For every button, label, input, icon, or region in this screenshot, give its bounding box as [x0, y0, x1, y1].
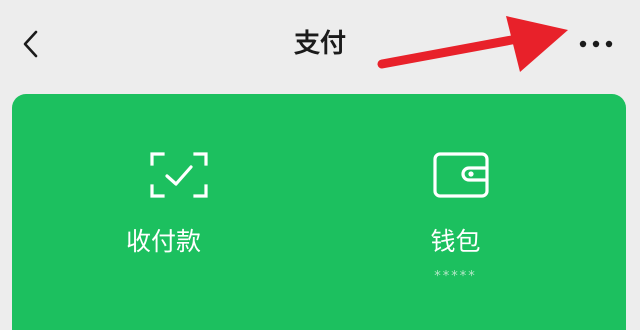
top-bar: 支付	[0, 0, 640, 90]
receive-payment-label: 收付款	[125, 227, 201, 256]
scan-check-icon	[150, 152, 208, 198]
more-horizontal-icon	[579, 40, 613, 48]
wallet-tile[interactable]: 钱包 *****	[319, 94, 626, 330]
wallet-label: 钱包	[430, 227, 481, 256]
pay-card: 收付款 钱包 *****	[12, 94, 626, 330]
wallet-balance-masked: *****	[434, 269, 477, 284]
wallet-icon	[433, 152, 489, 198]
page-title: 支付	[293, 29, 346, 59]
receive-payment-tile[interactable]: 收付款	[12, 94, 319, 330]
more-button[interactable]	[572, 28, 620, 60]
